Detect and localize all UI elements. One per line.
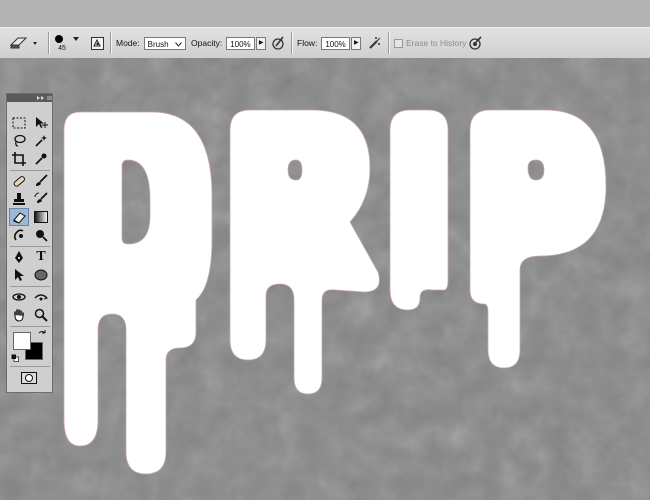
panel-collapse-icon [37, 96, 52, 100]
healing-brush-tool[interactable] [9, 172, 29, 190]
flow-input[interactable]: 100% [321, 36, 351, 50]
mode-select[interactable]: Brush [143, 36, 186, 50]
eyedropper-icon [35, 153, 47, 165]
drip-text-artwork [0, 58, 650, 500]
eraser-icon [13, 212, 26, 224]
tablet-pressure-size-toggle[interactable] [467, 28, 483, 58]
ellipse-shape-icon [34, 269, 48, 281]
chevron-down-icon [174, 41, 182, 47]
move-tool[interactable] [31, 114, 51, 132]
pressure-size-icon [469, 36, 482, 50]
3d-rotate-icon [12, 293, 26, 301]
hand-tool[interactable] [9, 306, 29, 324]
3d-rotate-tool[interactable] [9, 288, 29, 306]
pen-tool[interactable] [9, 248, 29, 266]
gradient-tool[interactable] [31, 208, 51, 226]
document-canvas[interactable] [0, 58, 650, 500]
hand-icon [14, 309, 24, 322]
pen-icon [15, 251, 23, 263]
mode-label: Mode: [116, 38, 140, 48]
chevron-down-icon [33, 42, 37, 45]
airbrush-toggle[interactable] [367, 28, 383, 58]
letter-i [389, 109, 449, 311]
tool-preset-picker[interactable] [8, 28, 38, 58]
opacity-pressure-toggle[interactable] [270, 28, 286, 58]
opacity-slider-button[interactable]: ▶ [256, 36, 267, 50]
pressure-opacity-icon [272, 36, 284, 50]
default-colors-icon [11, 354, 19, 362]
flow-label: Flow: [297, 38, 318, 48]
eyedropper-tool[interactable] [31, 150, 51, 168]
lasso-icon [14, 134, 26, 147]
path-selection-tool[interactable] [9, 266, 29, 284]
brush-preset-picker[interactable]: 45 [54, 28, 80, 58]
eraser-tool[interactable] [9, 208, 29, 226]
erase-to-history-checkbox[interactable] [394, 38, 403, 48]
zoom-tool[interactable] [31, 306, 51, 324]
swap-arrows-icon [38, 330, 46, 334]
eraser-icon [9, 37, 37, 49]
lasso-tool[interactable] [9, 132, 29, 150]
gradient-icon [34, 211, 48, 223]
move-icon [36, 117, 48, 128]
tools-panel-header[interactable] [7, 94, 52, 102]
brush-tip-icon [55, 35, 63, 43]
erase-to-history-label: Erase to History [406, 38, 467, 48]
swap-colors-button[interactable] [37, 330, 47, 342]
type-icon: T [36, 249, 46, 264]
tools-panel: T [6, 93, 53, 393]
paintbrush-icon [36, 174, 48, 186]
zoom-icon [34, 308, 48, 322]
flow-slider-button[interactable]: ▶ [351, 36, 362, 50]
crop-tool[interactable] [9, 150, 29, 168]
quick-mask-icon [21, 372, 37, 384]
crop-icon [12, 152, 26, 166]
opacity-label: Opacity: [191, 38, 223, 48]
dodge-icon [36, 230, 48, 242]
history-brush-icon [34, 192, 48, 203]
default-colors-button[interactable] [11, 354, 19, 364]
bandage-icon [13, 176, 26, 187]
brush-panel-icon [91, 36, 104, 50]
quick-mask-button[interactable] [21, 372, 37, 386]
marquee-icon [12, 117, 26, 129]
3d-orbit-icon [34, 294, 48, 301]
options-bar: 45 Mode: Brush Opacity: 100% ▶ Flow: 100… [0, 27, 650, 59]
brush-size-value: 45 [58, 45, 66, 52]
chevron-down-icon [73, 37, 79, 41]
type-tool[interactable]: T [31, 248, 51, 266]
magic-wand-tool[interactable] [31, 132, 51, 150]
airbrush-icon [369, 37, 381, 49]
blur-tool[interactable] [9, 226, 29, 244]
clone-stamp-tool[interactable] [9, 190, 29, 208]
brush-panel-toggle[interactable] [91, 28, 104, 58]
opacity-input[interactable]: 100% [226, 36, 256, 50]
3d-orbit-tool[interactable] [31, 288, 51, 306]
path-selection-icon [15, 269, 24, 281]
stamp-icon [13, 193, 25, 205]
shape-tool[interactable] [31, 266, 51, 284]
brush-tool[interactable] [31, 172, 51, 190]
foreground-color-swatch[interactable] [13, 332, 31, 350]
history-brush-tool[interactable] [31, 190, 51, 208]
smudge-icon [13, 229, 24, 241]
dodge-tool[interactable] [31, 226, 51, 244]
magic-wand-icon [35, 135, 47, 147]
marquee-tool[interactable] [9, 114, 29, 132]
